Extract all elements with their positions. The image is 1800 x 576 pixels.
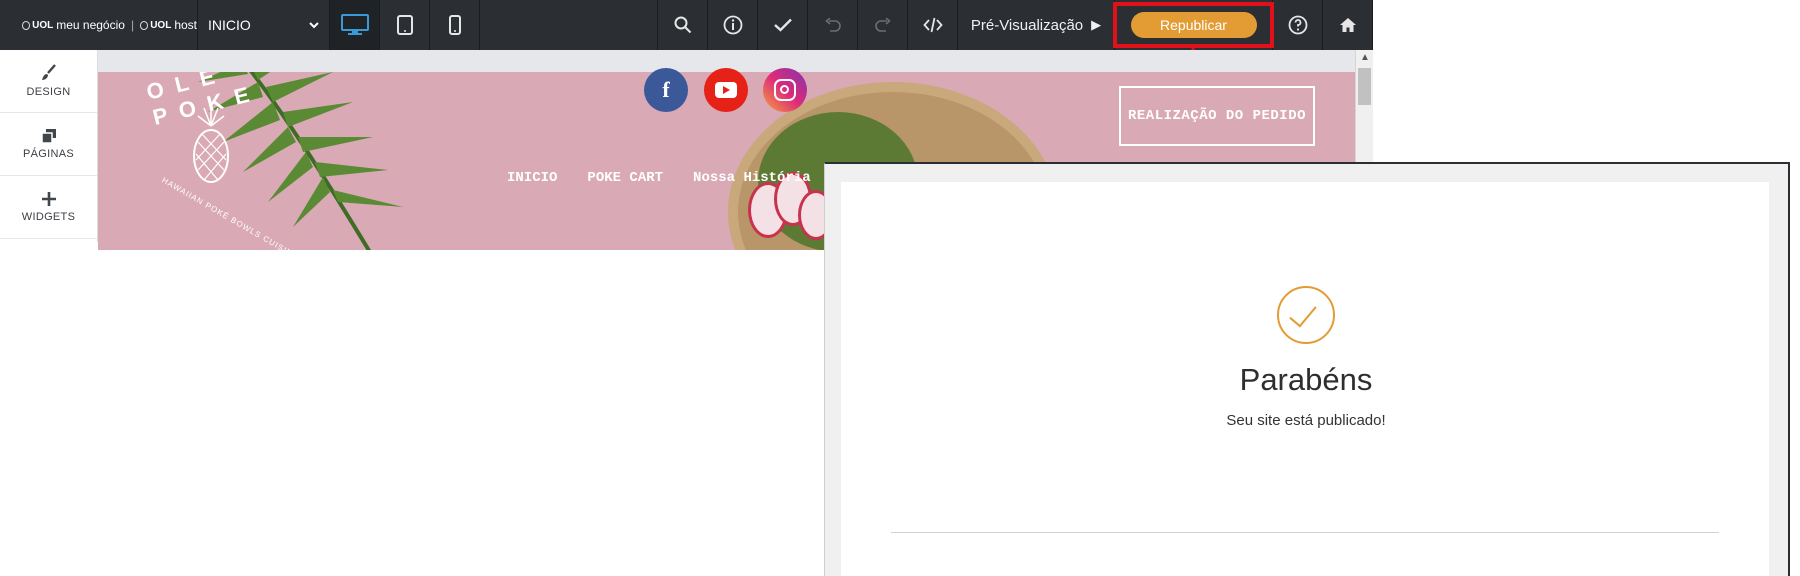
home-icon	[1339, 18, 1356, 32]
play-icon: ▶	[1091, 17, 1102, 32]
check-icon	[773, 18, 792, 32]
dialog-message: Seu site está publicado!	[1226, 412, 1386, 429]
sidebar-item-pages[interactable]: PÁGINAS	[0, 113, 97, 176]
nav-item-inicio[interactable]: INICIO	[507, 170, 557, 186]
brand-logo: UOL meu negócio | UOL host	[0, 0, 198, 50]
preview-label: Pré-Visualização	[970, 16, 1084, 34]
desktop-icon	[340, 14, 369, 35]
undo-icon	[824, 18, 841, 32]
check-button[interactable]	[758, 0, 808, 50]
checkmark-glyph	[1289, 298, 1317, 328]
help-button[interactable]	[1273, 0, 1323, 50]
left-sidebar: DESIGN PÁGINAS WIDGETS	[0, 50, 98, 242]
facebook-glyph: f	[662, 77, 670, 102]
site-navigation: INICIO POKE CART Nossa História	[507, 170, 811, 186]
site-logo: OLÉ POKE HAWAIIAN POKÉ BOWLS CUISINE	[134, 72, 300, 250]
toolbar-spacer	[480, 0, 658, 50]
info-button[interactable]	[708, 0, 758, 50]
republish-highlight	[1113, 2, 1274, 48]
tablet-view-button[interactable]	[380, 0, 430, 50]
uol-logo-icon	[22, 20, 31, 30]
preview-button[interactable]: Pré-Visualização ▶	[958, 0, 1115, 50]
code-icon	[922, 17, 943, 33]
youtube-icon[interactable]	[704, 68, 748, 112]
scrollbar-thumb[interactable]	[1358, 68, 1371, 105]
code-button[interactable]	[908, 0, 958, 50]
search-button[interactable]	[658, 0, 708, 50]
brand-host: host	[174, 18, 197, 32]
instagram-camera-glyph	[774, 79, 796, 101]
youtube-play-glyph	[715, 82, 737, 98]
mobile-icon	[448, 15, 461, 35]
page-selector[interactable]: INICIO	[198, 0, 330, 50]
success-check-icon	[1277, 286, 1335, 344]
sidebar-item-label: WIDGETS	[21, 211, 76, 223]
home-button[interactable]	[1323, 0, 1373, 50]
facebook-icon[interactable]: f	[644, 68, 688, 112]
brush-icon	[41, 64, 56, 80]
brand-separator: |	[130, 18, 135, 32]
uol-host-logo-icon	[140, 20, 149, 30]
pages-icon	[40, 129, 56, 144]
mobile-view-button[interactable]	[430, 0, 480, 50]
page-selector-value: INICIO	[208, 17, 251, 33]
instagram-icon[interactable]	[763, 68, 807, 112]
editor-screen: UOL meu negócio | UOL host INICIO Pré-Vi…	[0, 0, 1800, 576]
nav-item-nossa-historia[interactable]: Nossa História	[693, 170, 811, 186]
nav-item-poke-cart[interactable]: POKE CART	[587, 170, 663, 186]
tablet-icon	[396, 15, 413, 35]
plus-icon	[41, 192, 56, 206]
sidebar-item-label: PÁGINAS	[22, 148, 74, 160]
sidebar-item-design[interactable]: DESIGN	[0, 50, 97, 113]
desktop-view-button[interactable]	[330, 0, 380, 50]
redo-button[interactable]	[858, 0, 908, 50]
order-button[interactable]: REALIZAÇÃO DO PEDIDO	[1119, 86, 1315, 146]
pineapple-icon	[193, 104, 229, 183]
redo-icon	[874, 18, 891, 32]
sidebar-item-label: DESIGN	[26, 86, 71, 98]
chevron-down-icon	[309, 21, 319, 28]
scroll-up-icon[interactable]: ▲	[1360, 52, 1370, 63]
dialog-title: Parabéns	[1239, 362, 1373, 397]
help-icon	[1288, 15, 1307, 35]
dialog-divider	[891, 532, 1719, 533]
brand-meu-negocio: meu negócio	[56, 18, 125, 32]
search-icon	[674, 16, 691, 34]
uol-host-wordmark: UOL	[150, 19, 172, 31]
logo-subtitle: HAWAIIAN POKÉ BOWLS CUISINE	[160, 175, 301, 250]
undo-button[interactable]	[808, 0, 858, 50]
sidebar-item-widgets[interactable]: WIDGETS	[0, 176, 97, 239]
info-icon	[723, 15, 742, 35]
uol-wordmark: UOL	[32, 19, 54, 31]
